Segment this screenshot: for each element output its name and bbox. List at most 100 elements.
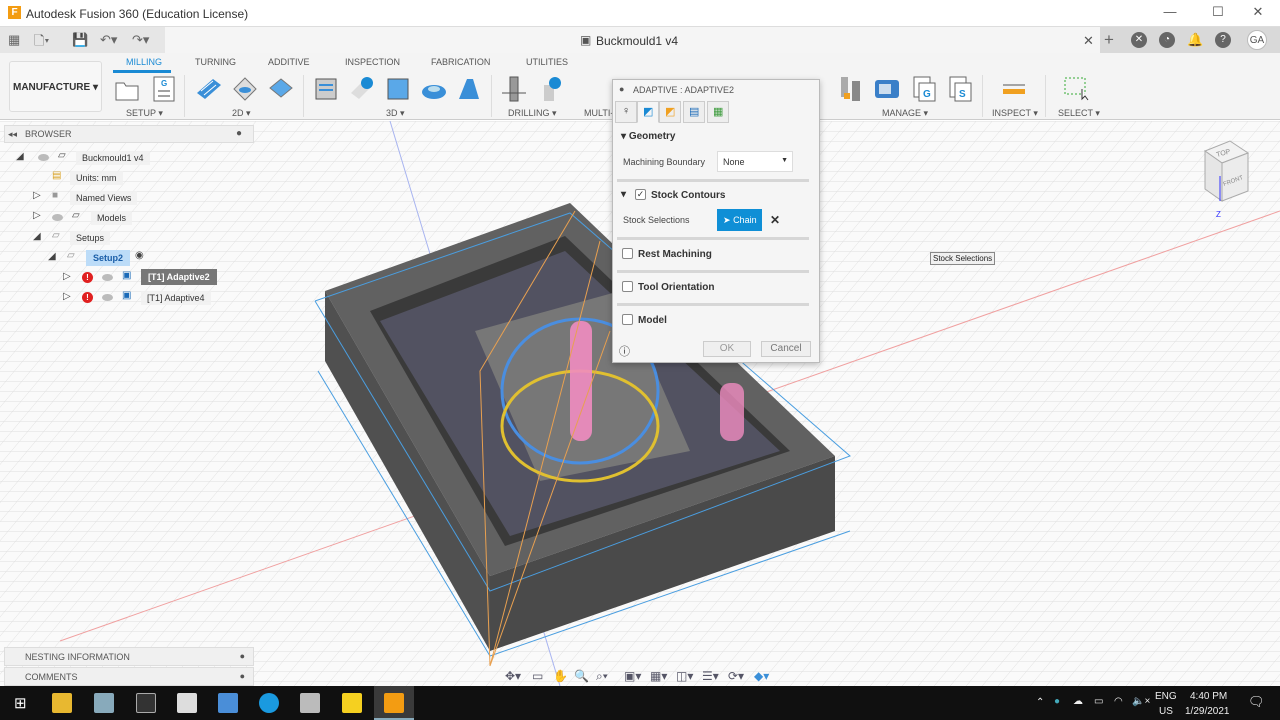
grid-settings-icon[interactable]: ▦▾ xyxy=(650,669,667,683)
tree-item-models[interactable]: Models xyxy=(91,211,133,225)
model-checkbox[interactable] xyxy=(622,314,633,325)
collapse-icon[interactable]: ◢ xyxy=(33,231,41,242)
stock-contours-expand-icon[interactable]: ▾ xyxy=(621,189,626,200)
visibility-icon[interactable] xyxy=(102,274,113,281)
3d-adaptive-icon[interactable] xyxy=(312,75,340,103)
user-avatar[interactable]: GA xyxy=(1247,30,1267,50)
visibility-icon[interactable] xyxy=(52,214,63,221)
undo-icon[interactable]: ↶▾ xyxy=(100,32,117,48)
start-icon[interactable]: ⊞ xyxy=(14,694,27,712)
2d-adaptive-icon[interactable] xyxy=(195,75,223,103)
browser-panel-header[interactable]: ◂◂ BROWSER ● xyxy=(4,125,254,143)
template-library-icon[interactable]: S xyxy=(946,75,974,103)
redo-icon[interactable]: ↷▾ xyxy=(132,32,149,48)
volume-muted-icon[interactable]: 🔈× xyxy=(1132,696,1150,707)
rest-machining-checkbox[interactable] xyxy=(622,248,633,259)
grid-menu-icon[interactable]: ▦ xyxy=(8,32,20,48)
show-hidden-icons[interactable]: ⌃ xyxy=(1036,697,1044,708)
tab-milling[interactable]: MILLING xyxy=(126,57,162,67)
language-top[interactable]: ENG xyxy=(1155,691,1177,702)
tab-additive[interactable]: ADDITIVE xyxy=(268,57,310,67)
app-icon[interactable] xyxy=(94,693,114,713)
group-2d[interactable]: 2D ▾ xyxy=(232,108,251,119)
collapse-icon[interactable]: ◢ xyxy=(16,151,24,162)
app-icon[interactable] xyxy=(218,693,238,713)
group-drilling[interactable]: DRILLING ▾ xyxy=(508,108,557,119)
machining-boundary-select[interactable]: None ▼ xyxy=(717,151,793,172)
tree-item-root[interactable]: Buckmould1 v4 xyxy=(76,151,150,165)
maximize-button[interactable]: ☐ xyxy=(1203,4,1233,22)
tool-library-icon[interactable] xyxy=(838,75,866,103)
select-box-icon[interactable] xyxy=(1062,75,1090,103)
zoom-icon[interactable]: 🔍 xyxy=(574,669,589,683)
skype-icon[interactable] xyxy=(259,693,279,713)
tree-item-units[interactable]: Units: mm xyxy=(70,171,123,185)
terminal-icon[interactable] xyxy=(136,693,156,713)
2d-pocket-icon[interactable] xyxy=(231,75,259,103)
tab-inspection[interactable]: INSPECTION xyxy=(345,57,400,67)
tab-tool[interactable]: ♀ xyxy=(615,101,637,123)
new-setup-icon[interactable] xyxy=(113,75,141,103)
visibility-icon[interactable] xyxy=(38,154,49,161)
machine-library-icon[interactable] xyxy=(873,75,901,103)
dialog-header[interactable]: ● ADAPTIVE : ADAPTIVE2 xyxy=(613,80,819,100)
remote-desktop-icon[interactable] xyxy=(177,693,197,713)
scallop-icon[interactable] xyxy=(455,75,483,103)
collapse-icon[interactable]: ◢ xyxy=(48,251,56,262)
drill-icon[interactable] xyxy=(500,75,528,103)
clock-date[interactable]: 1/29/2021 xyxy=(1185,706,1230,717)
app-icon[interactable] xyxy=(300,693,320,713)
stock-contours-checkbox[interactable]: ✓ xyxy=(635,189,646,200)
tree-item-setup2[interactable]: Setup2 xyxy=(86,250,131,266)
tab-utilities[interactable]: UTILITIES xyxy=(526,57,568,67)
contour-icon[interactable] xyxy=(420,75,448,103)
tab-geometry[interactable]: ◩ xyxy=(637,101,659,123)
expand-icon[interactable]: ▷ xyxy=(63,291,71,302)
look-at-icon[interactable]: ▭ xyxy=(532,669,543,683)
tree-item-named-views[interactable]: Named Views xyxy=(70,191,138,205)
save-icon[interactable]: 💾 xyxy=(72,32,88,48)
comments-panel[interactable]: COMMENTS ● xyxy=(4,667,254,686)
language-bottom[interactable]: US xyxy=(1159,706,1173,717)
group-setup[interactable]: SETUP ▾ xyxy=(126,108,163,119)
tree-item-adaptive4[interactable]: [T1] Adaptive4 xyxy=(141,291,211,305)
workspace-switcher[interactable]: MANUFACTURE ▾ xyxy=(9,61,102,112)
group-inspect[interactable]: INSPECT ▾ xyxy=(992,108,1038,119)
notification-center-icon[interactable]: 🗨 xyxy=(1248,694,1265,710)
measure-icon[interactable] xyxy=(1000,75,1028,103)
chain-selection-button[interactable]: ➤ Chain xyxy=(717,209,762,231)
cancel-button[interactable]: Cancel xyxy=(761,341,811,357)
expand-icon[interactable]: ▷ xyxy=(63,271,71,282)
hole-recognition-icon[interactable] xyxy=(536,75,564,103)
clear-selection-icon[interactable]: ✕ xyxy=(770,213,780,227)
activate-radio-icon[interactable]: ◉ xyxy=(135,250,144,261)
clock-time[interactable]: 4:40 PM xyxy=(1190,691,1227,702)
expand-icon[interactable]: ▷ xyxy=(33,210,41,221)
nc-program-icon[interactable]: G xyxy=(150,75,178,103)
refresh-icon[interactable]: ⟳▾ xyxy=(728,669,744,683)
group-multi-axis[interactable]: MULTI- xyxy=(584,108,613,118)
info-icon[interactable]: ⓘ xyxy=(619,343,630,359)
expand-icon[interactable]: ▷ xyxy=(33,190,41,201)
nesting-information-panel[interactable]: NESTING INFORMATION ● xyxy=(4,647,254,666)
group-select[interactable]: SELECT ▾ xyxy=(1058,108,1100,119)
fit-icon[interactable]: ⌕▾ xyxy=(596,669,608,684)
appearance-icon[interactable]: ◆▾ xyxy=(754,669,769,683)
tree-item-setups[interactable]: Setups xyxy=(70,231,111,245)
tab-fabrication[interactable]: FABRICATION xyxy=(431,57,490,67)
close-window-button[interactable]: ✕ xyxy=(1243,4,1273,22)
display-settings-icon[interactable]: ▣▾ xyxy=(624,669,641,683)
ok-button[interactable]: OK xyxy=(703,341,751,357)
collapse-browser-icon[interactable]: ◂◂ xyxy=(8,129,17,140)
parallel-icon[interactable] xyxy=(384,75,412,103)
job-status-icon[interactable]: ◔ xyxy=(1159,32,1175,48)
battery-icon[interactable]: ▭ xyxy=(1094,696,1103,707)
document-tab[interactable]: ▣ Buckmould1 v4 ✕ xyxy=(165,27,1100,53)
wifi-icon[interactable]: ◠ xyxy=(1114,696,1123,707)
face-icon[interactable] xyxy=(267,75,295,103)
file-menu-icon[interactable]: 🗋▾ xyxy=(34,32,49,54)
tree-item-adaptive2[interactable]: [T1] Adaptive2 xyxy=(141,269,217,285)
3d-pocket-icon[interactable] xyxy=(348,75,376,103)
pan-icon[interactable]: ✋ xyxy=(553,669,568,683)
new-tab-icon[interactable]: + xyxy=(1104,30,1114,50)
